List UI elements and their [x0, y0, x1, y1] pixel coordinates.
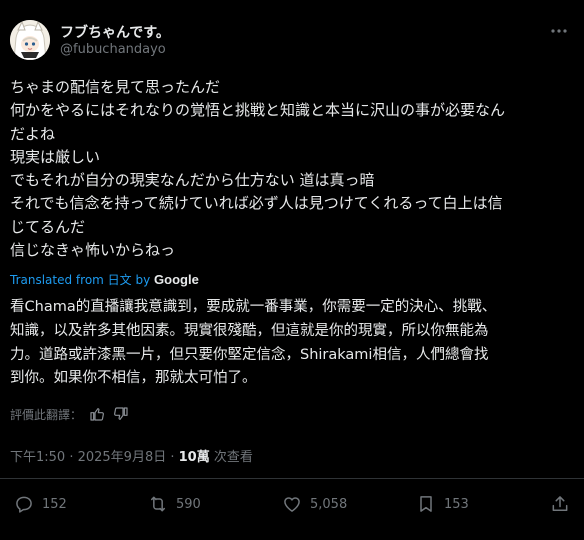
divider: [0, 478, 584, 479]
action-bar: 152 590 5,058 153: [10, 494, 574, 518]
thumbs-down-icon[interactable]: [112, 405, 130, 423]
post-text: ちゃまの配信を見て思ったんだ 何かをやるにはそれなりの覚悟と挑戦と知識と本当に沢…: [10, 76, 576, 262]
bookmark-count: 153: [444, 496, 469, 512]
heart-icon: [284, 497, 300, 512]
translated-line: 知識，以及許多其他因素。現實很殘酷，但這就是你的現實，所以你無能為: [10, 322, 489, 339]
bookmark-button[interactable]: 153: [416, 494, 469, 514]
post-line: 信じなきゃ怖いからねっ: [10, 241, 176, 260]
avatar[interactable]: [10, 20, 50, 60]
rate-translation: 評價此翻譯：: [10, 405, 130, 423]
reply-icon: [16, 496, 32, 513]
google-logo: Google: [154, 272, 199, 287]
post-line: でもそれが自分の現実なんだから仕方ない 道は真っ暗: [10, 171, 375, 190]
reply-button[interactable]: 152: [14, 494, 67, 514]
user-handle[interactable]: @fubuchandayo: [60, 42, 166, 57]
repost-icon: [151, 496, 165, 512]
translated-line: 看Chama的直播讓我意識到，要成就一番事業，你需要一定的決心、挑戰、: [10, 299, 497, 315]
translated-line: 力。道路或許漆黑一片，但只要你堅定信念，Shirakami相信，人們總會找: [10, 346, 489, 363]
thumbs-up-icon[interactable]: [88, 405, 106, 423]
share-icon: [552, 496, 568, 511]
like-button[interactable]: 5,058: [282, 494, 347, 514]
more-icon[interactable]: [550, 22, 568, 44]
share-button[interactable]: [550, 494, 570, 514]
translated-by-link[interactable]: Translated from 日文 by Google: [10, 271, 199, 288]
reply-count: 152: [42, 496, 67, 512]
views-count: 10萬: [178, 450, 210, 465]
display-name[interactable]: フブちゃんです。: [60, 22, 170, 42]
rate-translation-label: 評價此翻譯：: [10, 407, 83, 422]
fubuki-avatar-icon: [10, 20, 50, 60]
post-line: じてるんだ: [10, 217, 86, 236]
translated-text: 看Chama的直播讓我意識到，要成就一番事業，你需要一定的決心、挑戰、 知識，以…: [10, 296, 576, 391]
post-line: ちゃまの配信を見て思ったんだ: [10, 78, 221, 96]
post-line: それでも信念を持って続けていれば必ず人は見つけてくれるって白上は信: [10, 194, 503, 213]
repost-button[interactable]: 590: [148, 494, 201, 514]
translated-line: 到你。如果你不相信，那就太可怕了。: [10, 370, 257, 387]
post-timestamp[interactable]: 下午1:50 · 2025年9月8日 ·: [10, 450, 179, 465]
bookmark-icon: [420, 496, 432, 512]
views-label: 次查看: [209, 450, 253, 465]
like-count: 5,058: [310, 496, 348, 512]
post-meta: 下午1:50 · 2025年9月8日 · 10萬 次查看: [10, 446, 253, 465]
post-line: 何かをやるにはそれなりの覚悟と挑戦と知識と本当に沢山の事が必要なん: [10, 101, 506, 120]
repost-count: 590: [176, 496, 201, 512]
post-line: 現実は厳しい: [10, 147, 101, 166]
post-header: フブちゃんです。 @fubuchandayo: [10, 20, 574, 64]
translated-label: Translated from 日文 by: [10, 273, 151, 287]
post-line: だよね: [10, 124, 56, 143]
